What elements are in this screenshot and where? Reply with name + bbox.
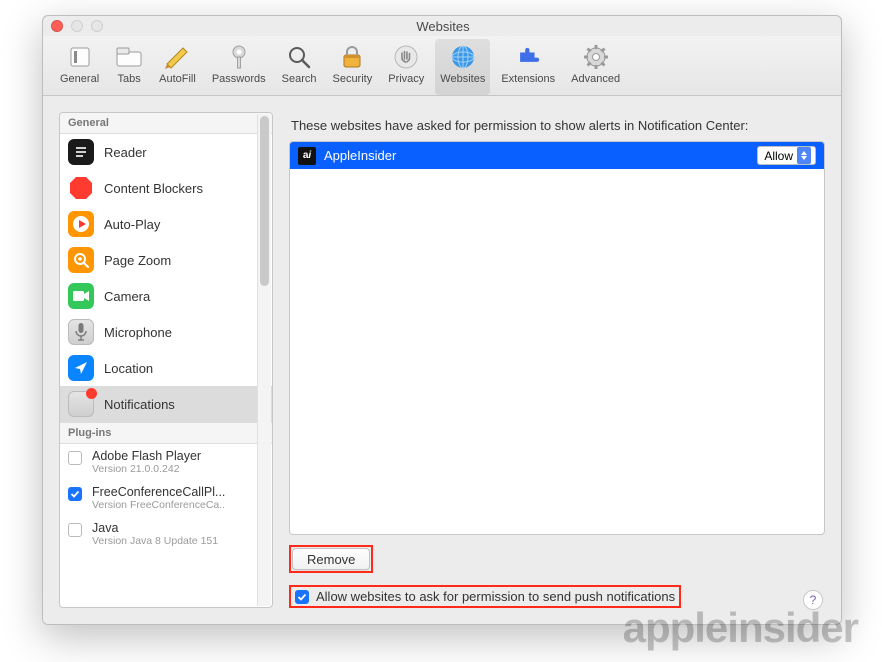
- remove-button[interactable]: Remove: [292, 548, 370, 570]
- notifications-icon: [68, 391, 94, 417]
- sidebar-item-label: Reader: [104, 145, 147, 160]
- sidebar-item-auto-play[interactable]: Auto-Play: [60, 206, 272, 242]
- plugin-row-flash[interactable]: Adobe Flash Player Version 21.0.0.242: [60, 444, 272, 480]
- plugin-version: Version Java 8 Update 151: [92, 535, 218, 547]
- lock-icon: [338, 43, 366, 71]
- main-panel: These websites have asked for permission…: [289, 112, 825, 608]
- sidebar-item-label: Page Zoom: [104, 253, 171, 268]
- sidebar-header-general: General: [60, 113, 272, 134]
- microphone-icon: [68, 319, 94, 345]
- sidebar: General Reader Content Blockers Auto-Pla…: [59, 112, 273, 608]
- toolbar-websites[interactable]: Websites: [435, 39, 490, 95]
- toolbar-extensions[interactable]: Extensions: [496, 39, 560, 95]
- sidebar-item-notifications[interactable]: Notifications: [60, 386, 272, 422]
- allow-checkbox[interactable]: [295, 590, 309, 604]
- play-icon: [68, 211, 94, 237]
- hand-icon: [392, 43, 420, 71]
- sidebar-item-label: Content Blockers: [104, 181, 203, 196]
- website-row[interactable]: ai AppleInsider Allow: [290, 142, 824, 169]
- sidebar-item-reader[interactable]: Reader: [60, 134, 272, 170]
- reader-icon: [68, 139, 94, 165]
- location-icon: [68, 355, 94, 381]
- toolbar-security[interactable]: Security: [327, 39, 377, 95]
- toolbar-autofill[interactable]: AutoFill: [154, 39, 201, 95]
- sidebar-item-content-blockers[interactable]: Content Blockers: [60, 170, 272, 206]
- plugin-row-freeconference[interactable]: FreeConferenceCallPl... Version FreeConf…: [60, 480, 272, 516]
- plugin-name: Java: [92, 521, 218, 535]
- plugin-checkbox[interactable]: [68, 487, 82, 501]
- autofill-icon: [163, 43, 191, 71]
- sidebar-item-label: Location: [104, 361, 153, 376]
- toolbar-privacy[interactable]: Privacy: [383, 39, 429, 95]
- content-area: General Reader Content Blockers Auto-Pla…: [43, 96, 841, 624]
- site-favicon: ai: [298, 147, 316, 165]
- gear-icon: [582, 43, 610, 71]
- plugin-version: Version FreeConferenceCa..: [92, 499, 225, 511]
- toolbar-tabs[interactable]: Tabs: [110, 39, 148, 95]
- help-button[interactable]: ?: [803, 590, 823, 610]
- sidebar-item-page-zoom[interactable]: Page Zoom: [60, 242, 272, 278]
- plugin-name: FreeConferenceCallPl...: [92, 485, 225, 499]
- general-icon: [66, 43, 94, 71]
- highlight-remove: Remove: [289, 545, 373, 573]
- main-description: These websites have asked for permission…: [291, 118, 823, 133]
- plugin-version: Version 21.0.0.242: [92, 463, 201, 475]
- sidebar-item-microphone[interactable]: Microphone: [60, 314, 272, 350]
- plugin-checkbox[interactable]: [68, 451, 82, 465]
- window-title: Websites: [53, 19, 833, 34]
- select-caret-icon: [797, 147, 811, 164]
- plugin-checkbox[interactable]: [68, 523, 82, 537]
- sidebar-item-label: Auto-Play: [104, 217, 160, 232]
- zoom-icon: [68, 247, 94, 273]
- sidebar-item-label: Microphone: [104, 325, 172, 340]
- camera-icon: [68, 283, 94, 309]
- highlight-allow: Allow websites to ask for permission to …: [289, 585, 681, 608]
- titlebar: Websites: [43, 16, 841, 36]
- sidebar-item-label: Camera: [104, 289, 150, 304]
- permission-value: Allow: [764, 149, 793, 163]
- key-icon: [225, 43, 253, 71]
- site-name: AppleInsider: [324, 148, 396, 163]
- plugin-name: Adobe Flash Player: [92, 449, 201, 463]
- sidebar-scrollbar[interactable]: [257, 114, 271, 606]
- toolbar-passwords[interactable]: Passwords: [207, 39, 271, 95]
- puzzle-icon: [514, 43, 542, 71]
- stop-icon: [68, 175, 94, 201]
- sidebar-item-location[interactable]: Location: [60, 350, 272, 386]
- toolbar-advanced[interactable]: Advanced: [566, 39, 625, 95]
- permission-select[interactable]: Allow: [757, 146, 816, 165]
- preferences-window: Websites General Tabs AutoFill Passwords: [42, 15, 842, 625]
- allow-checkbox-label: Allow websites to ask for permission to …: [316, 589, 675, 604]
- sidebar-item-camera[interactable]: Camera: [60, 278, 272, 314]
- globe-icon: [449, 43, 477, 71]
- websites-list: ai AppleInsider Allow: [289, 141, 825, 535]
- plugin-row-java[interactable]: Java Version Java 8 Update 151: [60, 516, 272, 552]
- sidebar-header-plugins: Plug-ins: [60, 422, 272, 444]
- search-icon: [285, 43, 313, 71]
- toolbar-search[interactable]: Search: [277, 39, 322, 95]
- sidebar-item-label: Notifications: [104, 397, 175, 412]
- tabs-icon: [115, 43, 143, 71]
- toolbar-general[interactable]: General: [55, 39, 104, 95]
- toolbar: General Tabs AutoFill Passwords Search: [43, 36, 841, 96]
